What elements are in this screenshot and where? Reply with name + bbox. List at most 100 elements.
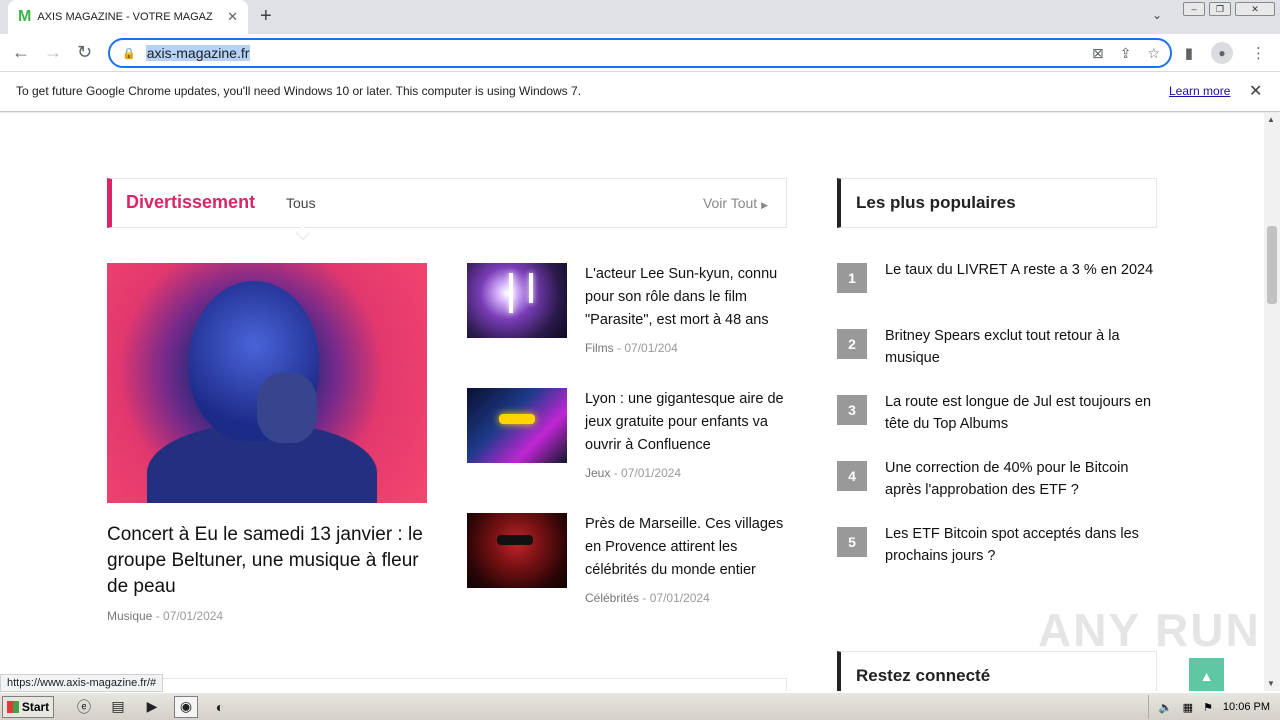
tab-close-icon[interactable]: ✕ <box>227 9 238 25</box>
popular-item-title[interactable]: Une correction de 40% pour le Bitcoin ap… <box>885 457 1155 501</box>
article-meta: Films - 07/01/204 <box>585 341 678 355</box>
start-label: Start <box>21 699 50 714</box>
infobar-close-icon[interactable]: ✕ <box>1249 81 1262 101</box>
article-item: L'acteur Lee Sun-kyun, connu pour son rô… <box>467 263 797 373</box>
page-scrollbar[interactable]: ▲ ▼ <box>1264 113 1280 691</box>
popular-item-title[interactable]: La route est longue de Jul est toujours … <box>885 391 1155 435</box>
bookmark-star-icon[interactable]: ☆ <box>1147 45 1160 62</box>
update-infobar: To get future Google Chrome updates, you… <box>0 72 1280 112</box>
network-icon[interactable]: ▦ <box>1183 701 1193 714</box>
lock-icon[interactable]: 🔒 <box>122 47 136 60</box>
article-title[interactable]: Près de Marseille. Ces villages en Prove… <box>585 513 795 582</box>
scroll-to-top-button[interactable]: ▲ <box>1189 658 1224 691</box>
next-section-box <box>107 678 787 691</box>
article-date: 07/01/2024 <box>621 466 682 480</box>
browser-tab[interactable]: M AXIS MAGAZINE - VOTRE MAGAZINE ✕ <box>8 0 248 34</box>
scrollbar-thumb[interactable] <box>1267 226 1277 304</box>
tab-title: AXIS MAGAZINE - VOTRE MAGAZINE <box>37 11 214 23</box>
article-date: 07/01/2024 <box>649 591 710 605</box>
popular-item: 5 Les ETF Bitcoin spot acceptés dans les… <box>837 526 1157 577</box>
featured-meta: Musique - 07/01/2024 <box>107 609 224 623</box>
article-category[interactable]: Films <box>585 341 614 355</box>
ie-icon[interactable]: ⓔ <box>72 696 96 718</box>
system-tray: 🔈 ▦ ⚑ 10:06 PM <box>1147 695 1280 719</box>
edge-icon[interactable]: ◐ <box>208 696 232 718</box>
see-all-link[interactable]: Voir Tout ▶ <box>703 195 768 211</box>
popular-item: 3 La route est longue de Jul est toujour… <box>837 394 1157 445</box>
share-icon[interactable]: ⇪ <box>1120 45 1132 62</box>
article-item: Près de Marseille. Ces villages en Prove… <box>467 513 797 623</box>
infobar-message: To get future Google Chrome updates, you… <box>16 84 582 98</box>
article-date: 07/01/204 <box>624 341 678 355</box>
translate-icon[interactable]: ⊠ <box>1092 45 1104 62</box>
popular-rank: 3 <box>837 395 867 425</box>
see-all-label: Voir Tout <box>702 195 758 211</box>
menu-kebab-icon[interactable]: ⋮ <box>1251 44 1266 62</box>
volume-icon[interactable]: 🔈 <box>1159 701 1173 714</box>
status-bar-url: https://www.axis-magazine.fr/# <box>0 674 164 692</box>
address-bar[interactable]: 🔒 axis-magazine.fr ⊠ ⇪ ☆ <box>108 38 1172 68</box>
article-category[interactable]: Jeux <box>585 466 610 480</box>
article-category[interactable]: Célébrités <box>585 591 639 605</box>
tab-search-chevron-icon[interactable]: ⌄ <box>1152 8 1162 22</box>
chevron-up-icon: ▲ <box>1199 667 1214 684</box>
reload-icon[interactable]: ↻ <box>77 42 92 63</box>
popular-item: 2 Britney Spears exclut tout retour à la… <box>837 328 1157 379</box>
filter-tab-tous[interactable]: Tous <box>286 195 316 211</box>
popular-item-title[interactable]: Les ETF Bitcoin spot acceptés dans les p… <box>885 523 1155 567</box>
windows-flag-icon <box>6 700 19 713</box>
popular-rank: 5 <box>837 527 867 557</box>
caret-right-icon: ▶ <box>761 200 768 210</box>
featured-image[interactable] <box>107 263 427 503</box>
start-button[interactable]: Start <box>2 695 54 718</box>
browser-toolbar: ← → ↻ 🔒 axis-magazine.fr ⊠ ⇪ ☆ ▮ ● ⋮ <box>0 34 1280 72</box>
restore-icon[interactable]: ❐ <box>1209 2 1231 16</box>
forward-icon[interactable]: → <box>44 42 62 63</box>
popular-rank: 2 <box>837 329 867 359</box>
tab-indicator-notch <box>295 225 311 241</box>
url-text[interactable]: axis-magazine.fr <box>145 45 251 61</box>
clock[interactable]: 10:06 PM <box>1223 701 1270 713</box>
featured-category[interactable]: Musique <box>107 609 152 623</box>
close-window-icon[interactable]: ✕ <box>1235 2 1275 16</box>
new-tab-icon[interactable]: + <box>260 5 272 28</box>
article-thumbnail[interactable] <box>467 263 567 338</box>
site-favicon-icon: M <box>18 8 32 25</box>
explorer-folder-icon[interactable]: ▤ <box>106 696 130 718</box>
popular-item-title[interactable]: Britney Spears exclut tout retour à la m… <box>885 325 1155 369</box>
learn-more-link[interactable]: Learn more <box>1169 84 1230 98</box>
media-player-icon[interactable]: ▶ <box>140 696 164 718</box>
article-thumbnail[interactable] <box>467 388 567 463</box>
featured-date: 07/01/2024 <box>163 609 224 623</box>
popular-item: 4 Une correction de 40% pour le Bitcoin … <box>837 460 1157 511</box>
popular-header: Les plus populaires <box>837 178 1157 228</box>
article-thumbnail[interactable] <box>467 513 567 588</box>
minimize-icon[interactable]: – <box>1183 2 1205 16</box>
chrome-taskbar-icon[interactable]: ◉ <box>174 695 198 718</box>
window-controls: – ❐ ✕ <box>1183 2 1275 16</box>
tab-strip: M AXIS MAGAZINE - VOTRE MAGAZINE ✕ + ⌄ –… <box>0 0 1280 34</box>
popular-item-title[interactable]: Le taux du LIVRET A reste a 3 % en 2024 <box>885 259 1155 281</box>
back-icon[interactable]: ← <box>12 42 30 63</box>
scroll-up-arrow-icon[interactable]: ▲ <box>1267 115 1275 124</box>
scroll-down-arrow-icon[interactable]: ▼ <box>1267 679 1275 688</box>
connect-header: Restez connecté <box>837 651 1157 691</box>
article-title[interactable]: Lyon : une gigantesque aire de jeux grat… <box>585 388 795 457</box>
popular-item: 1 Le taux du LIVRET A reste a 3 % en 202… <box>837 262 1157 313</box>
action-center-flag-icon[interactable]: ⚑ <box>1203 701 1213 714</box>
popular-rank: 4 <box>837 461 867 491</box>
article-item: Lyon : une gigantesque aire de jeux grat… <box>467 388 797 498</box>
featured-title[interactable]: Concert à Eu le samedi 13 janvier : le g… <box>107 522 427 600</box>
popular-title: Les plus populaires <box>856 193 1016 212</box>
anyrun-watermark: ANY RUN <box>1038 604 1261 656</box>
web-page: Divertissement Tous Voir Tout ▶ Concert … <box>0 113 1264 691</box>
connect-title: Restez connecté <box>856 666 991 685</box>
windows-taskbar: Start ⓔ ▤ ▶ ◉ ◐ 🔈 ▦ ⚑ 10:06 PM <box>0 692 1280 720</box>
article-title[interactable]: L'acteur Lee Sun-kyun, connu pour son rô… <box>585 263 795 332</box>
article-meta: Célébrités - 07/01/2024 <box>585 591 710 605</box>
profile-avatar-icon[interactable]: ● <box>1211 42 1233 64</box>
side-panel-icon[interactable]: ▮ <box>1185 44 1193 62</box>
section-title: Divertissement <box>126 192 256 212</box>
section-header: Divertissement Tous Voir Tout ▶ <box>107 178 787 241</box>
article-meta: Jeux - 07/01/2024 <box>585 466 682 480</box>
